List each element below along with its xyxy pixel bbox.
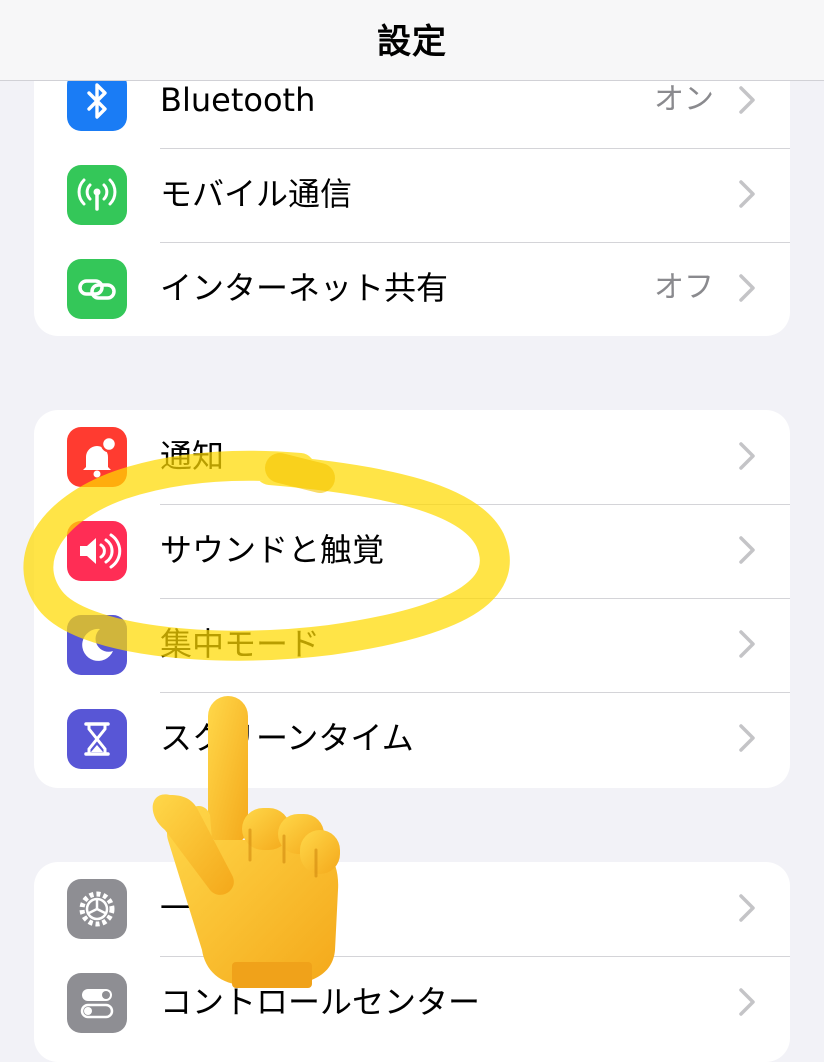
navigation-bar: 設定 [0, 0, 824, 81]
settings-row-label: 通知 [160, 437, 225, 475]
settings-row-label: 集中モード [160, 625, 321, 663]
hourglass-icon [67, 709, 127, 769]
page-title: 設定 [377, 22, 447, 62]
settings-row-control-center[interactable]: コントロールセンター [34, 956, 790, 1050]
chevron-right-icon [739, 180, 755, 208]
chevron-right-icon [739, 86, 755, 114]
settings-group-connectivity: Bluetooth オン モバイル通信 インターネット共有 オフ [34, 54, 790, 336]
row-divider [160, 242, 790, 243]
settings-row-focus[interactable]: 集中モード [34, 598, 790, 692]
row-divider [160, 598, 790, 599]
pointing-hand-icon [152, 696, 340, 988]
gear-icon [67, 879, 127, 939]
settings-group-notifications: 通知 サウンドと触覚 集中モード スクリーンタイム [34, 410, 790, 788]
chevron-right-icon [739, 274, 755, 302]
row-divider [160, 504, 790, 505]
settings-row-label: サウンドと触覚 [160, 531, 385, 569]
settings-row-label: インターネット共有 [160, 269, 449, 307]
speaker-icon [67, 521, 127, 581]
settings-row-mobile-data[interactable]: モバイル通信 [34, 148, 790, 242]
settings-row-sounds-haptics[interactable]: サウンドと触覚 [34, 504, 790, 598]
settings-row-value: オン [654, 82, 714, 117]
moon-icon [67, 615, 127, 675]
settings-row-label: モバイル通信 [160, 175, 353, 213]
switches-icon [67, 973, 127, 1033]
chevron-right-icon [739, 442, 755, 470]
chevron-right-icon [739, 894, 755, 922]
settings-group-general: 一般 コントロールセンター [34, 862, 790, 1062]
chevron-right-icon [739, 988, 755, 1016]
settings-row-notifications[interactable]: 通知 [34, 410, 790, 504]
settings-row-general[interactable]: 一般 [34, 862, 790, 956]
settings-row-label: Bluetooth [160, 81, 316, 119]
settings-row-value: オフ [654, 270, 714, 305]
link-icon [67, 259, 127, 319]
row-divider [160, 148, 790, 149]
bell-icon [67, 427, 127, 487]
chevron-right-icon [739, 536, 755, 564]
chevron-right-icon [739, 724, 755, 752]
settings-row-personal-hotspot[interactable]: インターネット共有 オフ [34, 242, 790, 336]
settings-row-screen-time[interactable]: スクリーンタイム [34, 692, 790, 786]
antenna-icon [67, 165, 127, 225]
chevron-right-icon [739, 630, 755, 658]
